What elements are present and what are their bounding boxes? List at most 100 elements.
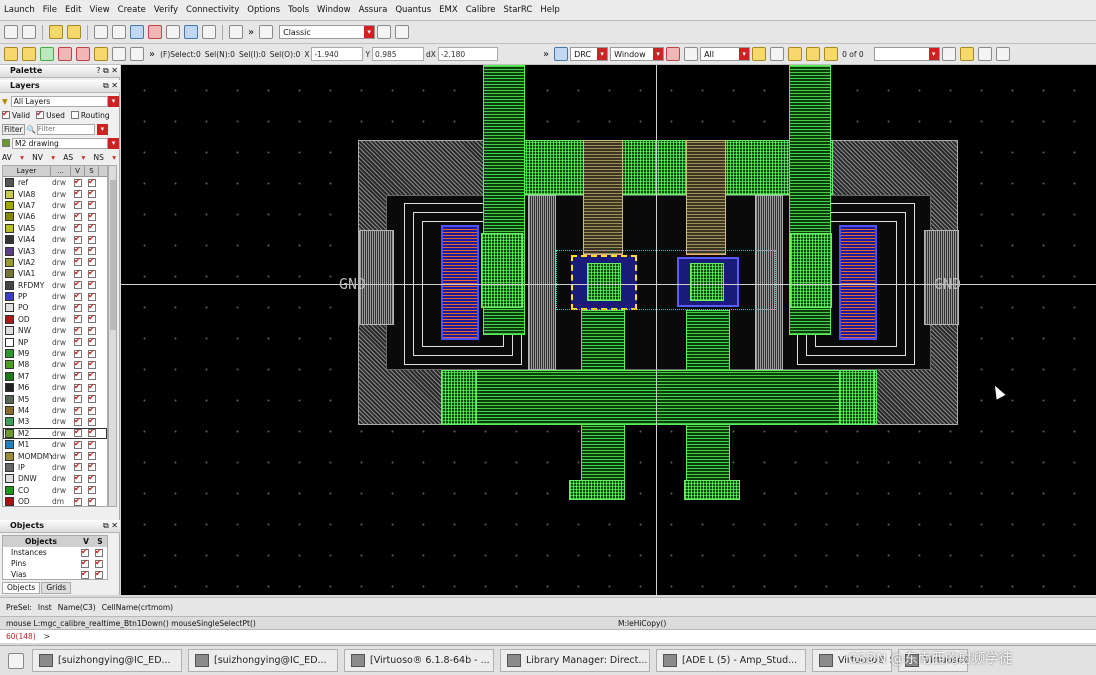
info-icon[interactable] bbox=[184, 25, 198, 39]
layer-row[interactable]: PO drw bbox=[3, 302, 107, 313]
layer-row[interactable]: NP drw bbox=[3, 336, 107, 347]
menu-item-connectivity[interactable]: Connectivity bbox=[186, 5, 239, 15]
layer-selectable-checkbox[interactable] bbox=[88, 416, 96, 426]
layer-selectable-checkbox[interactable] bbox=[88, 461, 96, 472]
layer-visible-checkbox[interactable] bbox=[74, 393, 82, 404]
layer-row[interactable]: OD dm bbox=[3, 496, 107, 506]
undo-icon[interactable] bbox=[49, 25, 63, 39]
layer-selectable-checkbox[interactable] bbox=[88, 450, 96, 461]
layer-row[interactable]: M6 drw bbox=[3, 382, 107, 393]
none-visible-button[interactable]: NV bbox=[32, 153, 43, 162]
menu-item-file[interactable]: File bbox=[43, 5, 57, 15]
stretch-icon[interactable] bbox=[130, 25, 144, 39]
select-icon[interactable] bbox=[4, 47, 18, 61]
close-icon[interactable]: ⧉ ✕ bbox=[103, 520, 118, 532]
routing-checkbox[interactable] bbox=[70, 111, 79, 119]
sun-icon[interactable] bbox=[806, 47, 821, 61]
layer-row[interactable]: NW drw bbox=[3, 325, 107, 336]
layer-visible-checkbox[interactable] bbox=[74, 484, 82, 495]
layer-visible-checkbox[interactable] bbox=[74, 325, 82, 335]
layer-row[interactable]: VIA1 drw bbox=[3, 268, 107, 279]
highlight-icon[interactable] bbox=[752, 47, 767, 61]
menu-item-tools[interactable]: Tools bbox=[288, 5, 309, 15]
create-pin-icon[interactable] bbox=[76, 47, 90, 61]
view-mode-select[interactable]: Classic ▾ bbox=[279, 25, 376, 39]
layout-canvas[interactable]: GND GND bbox=[121, 65, 1096, 595]
valid-checkbox[interactable] bbox=[2, 109, 10, 119]
layer-visible-checkbox[interactable] bbox=[74, 188, 82, 199]
layer-selectable-checkbox[interactable] bbox=[88, 177, 96, 187]
layer-row[interactable]: IP drw bbox=[3, 461, 107, 473]
menu-item-options[interactable]: Options bbox=[247, 5, 280, 15]
layer-visible-checkbox[interactable] bbox=[74, 245, 82, 256]
calendar-icon[interactable] bbox=[666, 47, 681, 61]
menu-item-calibre[interactable]: Calibre bbox=[466, 5, 496, 15]
menu-item-starrc[interactable]: StarRC bbox=[504, 5, 533, 15]
layer-selectable-checkbox[interactable] bbox=[88, 245, 96, 256]
object-visible-checkbox[interactable] bbox=[81, 558, 89, 568]
layer-row[interactable]: VIA4 drw bbox=[3, 234, 107, 245]
dx-field[interactable]: -2.180 bbox=[437, 47, 498, 61]
layer-selectable-checkbox[interactable] bbox=[88, 313, 96, 324]
check-icon[interactable] bbox=[554, 47, 569, 61]
layer-row[interactable]: M4 drw bbox=[3, 405, 107, 416]
layer-selectable-checkbox[interactable] bbox=[88, 393, 96, 404]
clear-icon[interactable] bbox=[770, 47, 785, 61]
object-visible-checkbox[interactable] bbox=[81, 547, 89, 557]
layer-row[interactable]: VIA2 drw bbox=[3, 256, 107, 268]
command-line[interactable]: 60(148) > bbox=[0, 629, 1096, 643]
bulb-icon[interactable] bbox=[959, 47, 974, 61]
layer-selectable-checkbox[interactable] bbox=[88, 473, 96, 483]
layer-selectable-checkbox[interactable] bbox=[88, 268, 96, 278]
edit-icon[interactable] bbox=[977, 47, 992, 61]
delete-icon[interactable] bbox=[148, 25, 162, 39]
layer-visible-checkbox[interactable] bbox=[74, 405, 82, 415]
layer-selectable-checkbox[interactable] bbox=[88, 370, 96, 381]
layer-selectable-checkbox[interactable] bbox=[88, 348, 96, 358]
tab-grids[interactable]: Grids bbox=[41, 582, 71, 594]
layer-visible-checkbox[interactable] bbox=[74, 450, 82, 461]
layer-selectable-checkbox[interactable] bbox=[88, 359, 96, 369]
layer-row[interactable]: VIA5 drw bbox=[3, 222, 107, 234]
layer-selectable-checkbox[interactable] bbox=[88, 256, 96, 267]
hierarchy-icon[interactable] bbox=[202, 25, 216, 39]
layer-selectable-checkbox[interactable] bbox=[88, 325, 96, 335]
layer-selectable-checkbox[interactable] bbox=[88, 382, 96, 392]
object-row[interactable]: Instances bbox=[3, 547, 107, 558]
object-selectable-checkbox[interactable] bbox=[95, 558, 103, 568]
x-coordinate-field[interactable]: -1.940 bbox=[311, 47, 364, 61]
layer-row[interactable]: M5 drw bbox=[3, 393, 107, 404]
move-icon[interactable] bbox=[94, 25, 108, 39]
layer-selectable-checkbox[interactable] bbox=[88, 439, 96, 449]
result-select[interactable]: ▾ bbox=[873, 47, 940, 61]
via-icon[interactable] bbox=[130, 47, 144, 61]
layer-visible-checkbox[interactable] bbox=[74, 496, 82, 506]
instance-icon[interactable] bbox=[112, 47, 126, 61]
workspace-load-icon[interactable] bbox=[395, 25, 410, 39]
layer-selectable-checkbox[interactable] bbox=[88, 199, 96, 210]
layer-row[interactable]: ref drw bbox=[3, 177, 107, 188]
menu-item-quantus[interactable]: Quantus bbox=[395, 5, 431, 15]
layer-selectable-checkbox[interactable] bbox=[88, 291, 96, 301]
menu-item-launch[interactable]: Launch bbox=[4, 5, 35, 15]
taskbar-item[interactable]: [Virtuoso® 6.1.8-64b - ... bbox=[344, 649, 494, 672]
layer-row[interactable]: VIA3 drw bbox=[3, 245, 107, 256]
close-icon[interactable]: ⧉ ✕ bbox=[103, 80, 118, 92]
redo-icon[interactable] bbox=[67, 25, 81, 39]
layer-selectable-checkbox[interactable] bbox=[88, 234, 96, 244]
workspace-icon[interactable] bbox=[259, 25, 274, 39]
tool-icon[interactable] bbox=[941, 47, 956, 61]
layer-selectable-checkbox[interactable] bbox=[88, 496, 96, 506]
layer-visible-checkbox[interactable] bbox=[74, 256, 82, 267]
menu-item-window[interactable]: Window bbox=[317, 5, 351, 15]
drc-select[interactable]: DRC ▾ bbox=[570, 47, 609, 61]
tab-objects[interactable]: Objects bbox=[2, 582, 41, 594]
layer-row[interactable]: VIA7 drw bbox=[3, 199, 107, 211]
desktop-switch-icon[interactable] bbox=[8, 652, 24, 669]
close-icon[interactable]: ? ⧉ ✕ bbox=[96, 65, 118, 77]
layer-visible-checkbox[interactable] bbox=[74, 370, 82, 381]
layer-row[interactable]: DNW drw bbox=[3, 473, 107, 484]
layer-visible-checkbox[interactable] bbox=[74, 359, 82, 369]
create-path-icon[interactable] bbox=[40, 47, 54, 61]
copy-icon[interactable] bbox=[112, 25, 126, 39]
